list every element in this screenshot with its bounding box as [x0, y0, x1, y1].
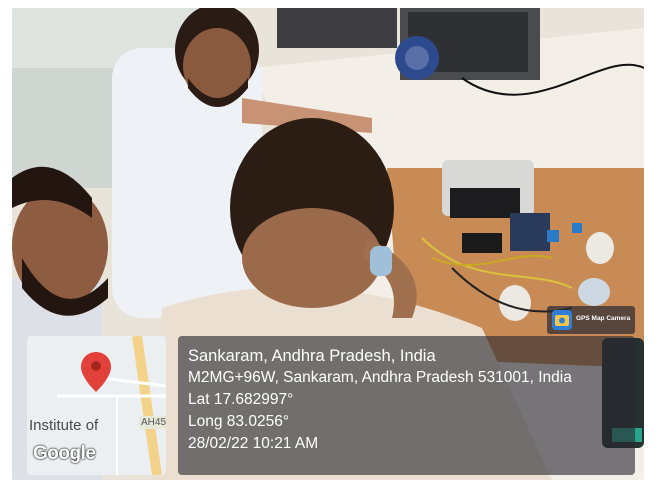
gps-map-camera-icon	[552, 310, 572, 330]
latitude-line: Lat 17.682997°	[188, 391, 294, 408]
location-info-panel: Sankaram, Andhra Pradesh, India M2MG+96W…	[178, 336, 635, 475]
badge-label: GPS Map Camera	[576, 315, 631, 322]
address-line: M2MG+96W, Sankaram, Andhra Pradesh 53100…	[188, 369, 572, 386]
map-thumbnail: Institute of AH45 Google	[27, 336, 166, 475]
location-title: Sankaram, Andhra Pradesh, India	[188, 347, 436, 365]
timestamp-line: 28/02/22 10:21 AM	[188, 435, 319, 452]
map-pin-icon	[81, 352, 111, 392]
longitude-line: Long 83.0256°	[188, 413, 290, 430]
map-label-road: AH45	[139, 416, 166, 429]
google-logo: Google	[33, 443, 96, 464]
gps-map-camera-badge: GPS Map Camera	[547, 306, 635, 334]
map-label-institute: Institute of	[29, 417, 99, 434]
